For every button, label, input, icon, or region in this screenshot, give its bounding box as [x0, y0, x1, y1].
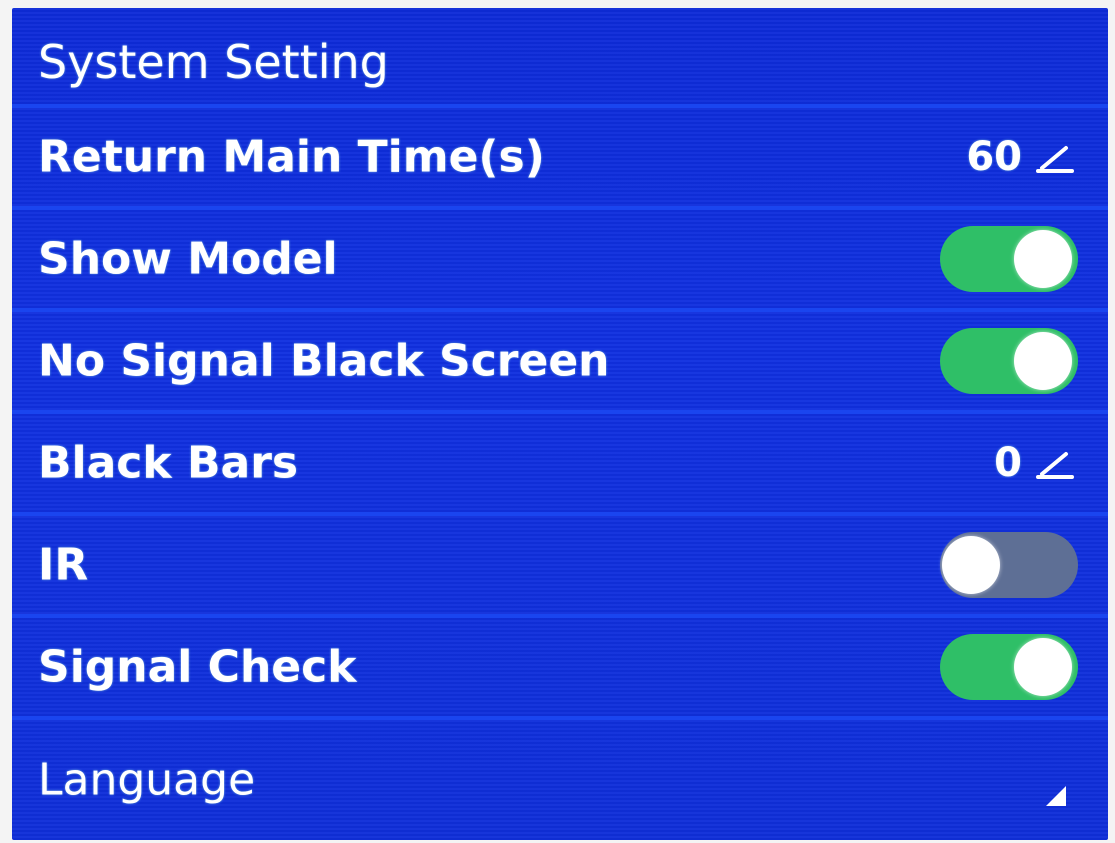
- title-bar: System Setting: [12, 8, 1108, 108]
- signal-check-label: Signal Check: [38, 641, 357, 693]
- edit-icon[interactable]: [1036, 446, 1074, 480]
- setting-row-no-signal-black-screen[interactable]: No Signal Black Screen: [12, 312, 1108, 414]
- setting-row-signal-check[interactable]: Signal Check: [12, 618, 1108, 720]
- return-main-time-label: Return Main Time(s): [38, 131, 545, 183]
- no-signal-black-screen-label: No Signal Black Screen: [38, 335, 610, 387]
- setting-row-ir[interactable]: IR: [12, 516, 1108, 618]
- language-label: Language: [38, 754, 256, 806]
- show-model-toggle[interactable]: [940, 226, 1078, 292]
- toggle-knob: [1014, 230, 1072, 288]
- dropdown-triangle-icon[interactable]: [1044, 784, 1068, 808]
- system-setting-screen: System Setting Return Main Time(s) 60 Sh…: [12, 8, 1108, 840]
- setting-row-black-bars[interactable]: Black Bars 0: [12, 414, 1108, 516]
- page-title: System Setting: [38, 35, 389, 89]
- show-model-label: Show Model: [38, 233, 338, 285]
- return-main-time-value[interactable]: 60: [966, 134, 1022, 180]
- toggle-knob: [1014, 332, 1072, 390]
- toggle-knob: [1014, 638, 1072, 696]
- signal-check-toggle[interactable]: [940, 634, 1078, 700]
- setting-row-show-model[interactable]: Show Model: [12, 210, 1108, 312]
- setting-row-language[interactable]: Language: [12, 720, 1108, 840]
- black-bars-value[interactable]: 0: [994, 440, 1022, 486]
- black-bars-label: Black Bars: [38, 437, 299, 489]
- return-main-time-value-group[interactable]: 60: [966, 134, 1074, 180]
- toggle-knob: [942, 536, 1000, 594]
- black-bars-value-group[interactable]: 0: [994, 440, 1074, 486]
- setting-row-return-main-time[interactable]: Return Main Time(s) 60: [12, 108, 1108, 210]
- ir-label: IR: [38, 539, 89, 591]
- no-signal-black-screen-toggle[interactable]: [940, 328, 1078, 394]
- edit-icon[interactable]: [1036, 140, 1074, 174]
- ir-toggle[interactable]: [940, 532, 1078, 598]
